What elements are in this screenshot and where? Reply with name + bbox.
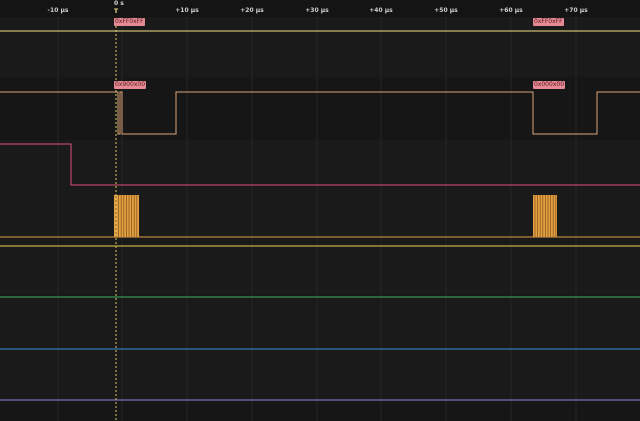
channel-1-trace [0, 91, 640, 135]
decoded-byte-label[interactable]: 0xFF0xFF [114, 18, 145, 26]
trigger-marker-icon[interactable]: T [114, 8, 118, 15]
channel-row-band [0, 243, 640, 295]
tick-label: +60 μs [499, 7, 523, 14]
decoded-byte-label[interactable]: 0x900x00 [114, 81, 147, 89]
channel-row-band [0, 140, 640, 192]
waveform-canvas[interactable] [0, 0, 640, 421]
channel-row-band [0, 349, 640, 401]
trigger-time-label: 0 s [114, 0, 124, 7]
logic-analyzer-view[interactable]: 0 s T -10 μs +10 μs +20 μs +30 μs +40 μs… [0, 0, 640, 421]
tick-label: +70 μs [564, 7, 588, 14]
channel-row-band [0, 17, 640, 77]
tick-label: -10 μs [47, 7, 69, 14]
tick-label: +40 μs [369, 7, 393, 14]
tick-label: +10 μs [175, 7, 199, 14]
tick-label: +20 μs [240, 7, 264, 14]
tick-label: +30 μs [305, 7, 329, 14]
decoded-byte-label[interactable]: 0x000x00 [533, 81, 566, 89]
tick-label: +50 μs [434, 7, 458, 14]
decoded-byte-label[interactable]: 0xFF0xFF [533, 18, 564, 26]
time-ruler[interactable]: 0 s T -10 μs +10 μs +20 μs +30 μs +40 μs… [0, 0, 640, 17]
channel-row-band [0, 296, 640, 348]
